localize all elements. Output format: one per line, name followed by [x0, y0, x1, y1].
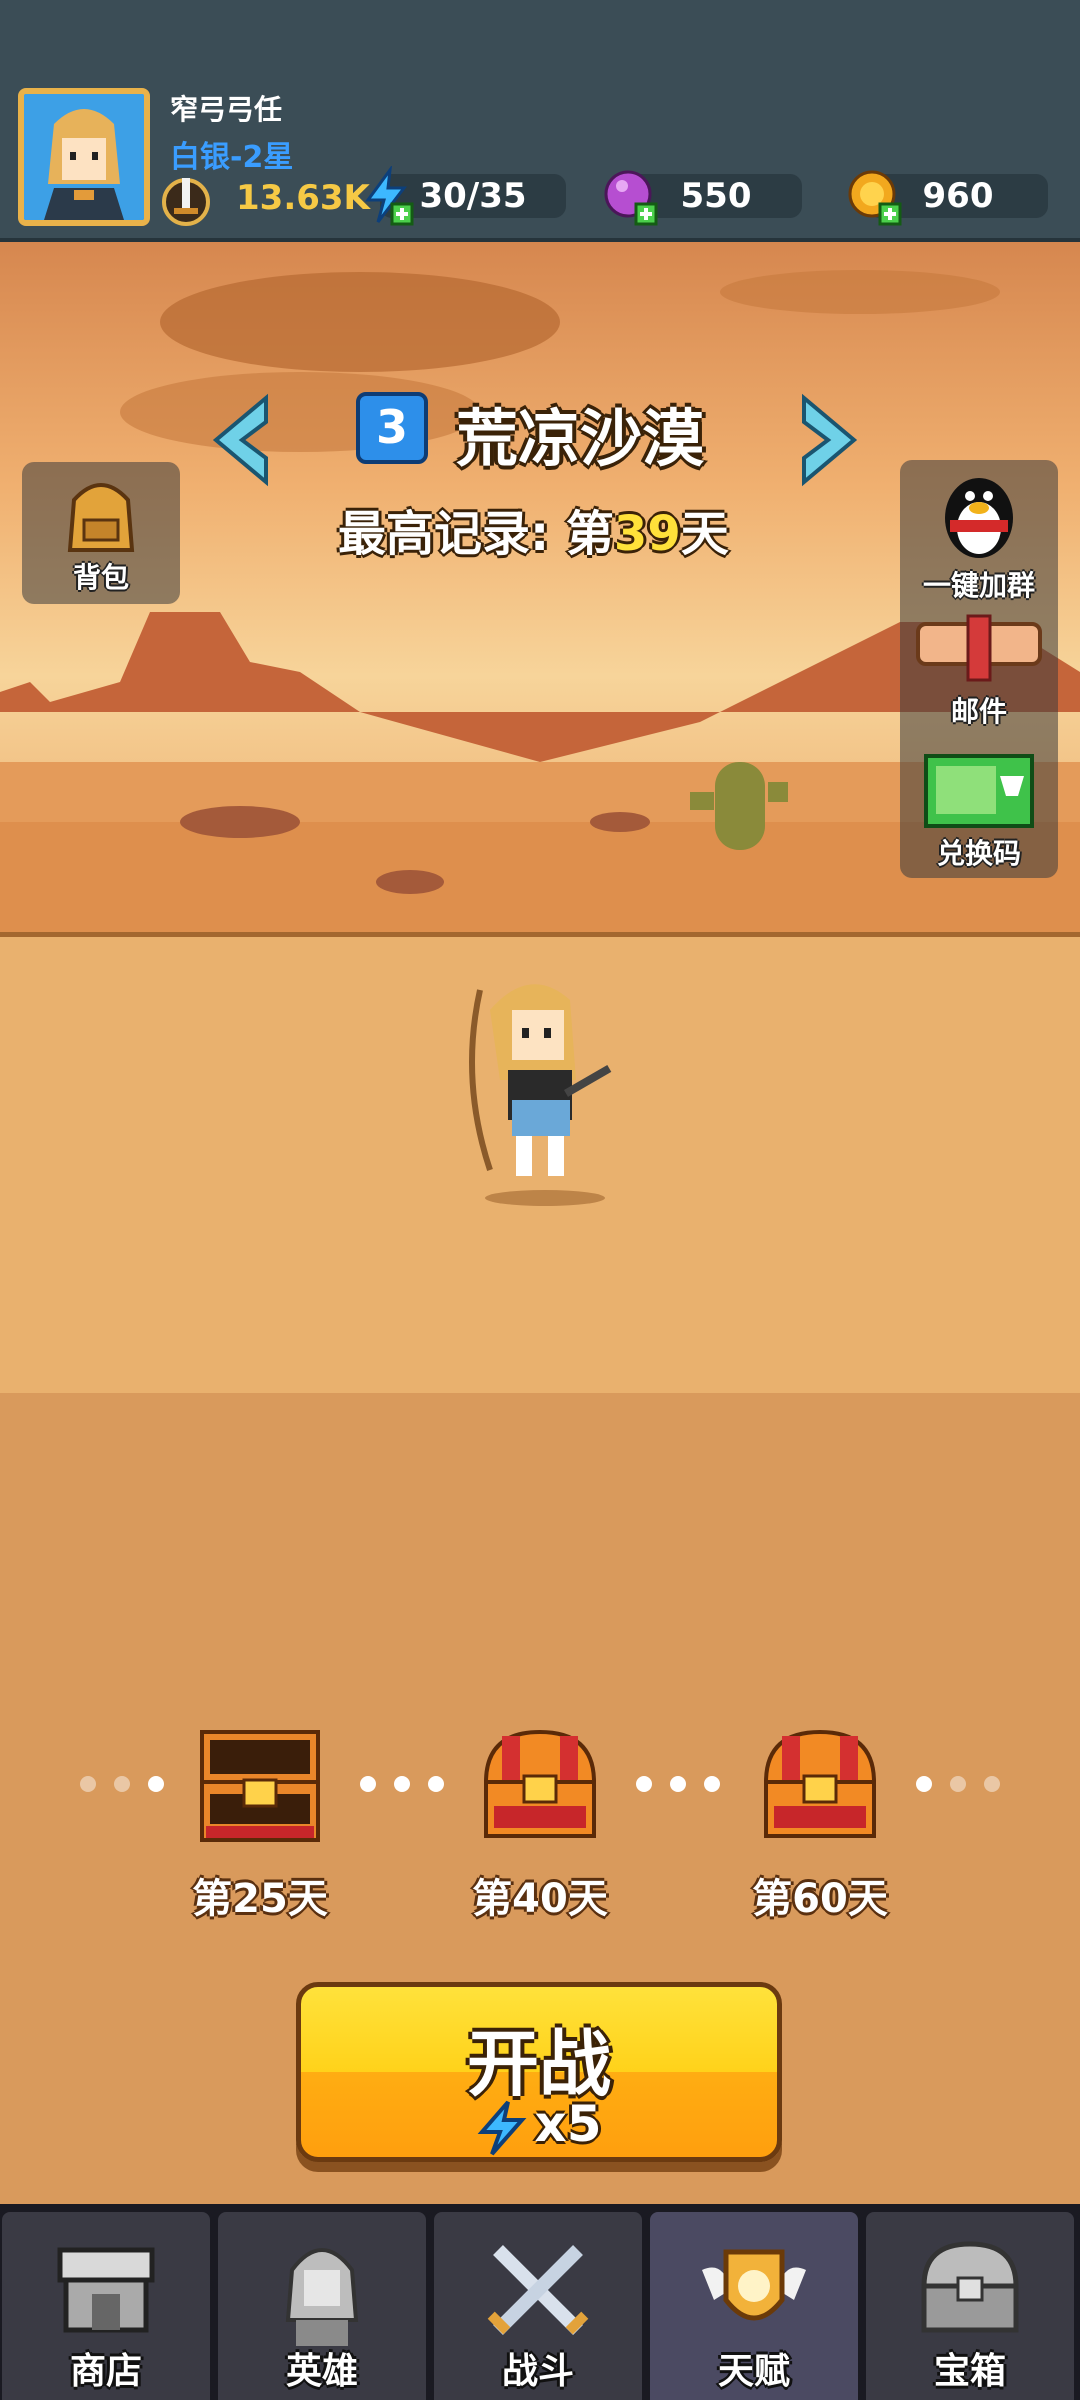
player-avatar[interactable] [18, 88, 150, 226]
hero-archer-sprite [469, 984, 612, 1206]
join-group-button[interactable]: 一键加群 [900, 470, 1058, 602]
energy-value: 30/35 [419, 176, 527, 216]
record-suffix: 天 [680, 506, 729, 562]
stage-number-badge: 3 [356, 392, 428, 464]
right-side-panel: 一键加群 邮件 兑换码 [900, 460, 1058, 878]
redeem-code-label: 兑换码 [936, 837, 1021, 870]
backpack-button[interactable]: 背包 [22, 462, 180, 604]
milestone-label-2: 第40天 [472, 1876, 608, 1922]
nav-battle-label: 战斗 [501, 2351, 574, 2392]
progress-dots-1 [80, 1776, 182, 1796]
nav-chest[interactable]: 宝箱 [866, 2212, 1074, 2400]
next-stage-arrow-icon[interactable] [794, 392, 864, 488]
gem-value: 550 [680, 176, 752, 216]
nav-talent-label: 天赋 [717, 2351, 790, 2392]
energy-plus-icon[interactable] [356, 166, 416, 226]
chest-icon [921, 2241, 1019, 2333]
stage-name: 荒凉沙漠 [456, 402, 705, 475]
redeem-ticket-icon [924, 754, 1034, 828]
nav-hero-label: 英雄 [285, 2351, 358, 2392]
player-name: 窄弓弓任 [170, 93, 283, 126]
top-status-bar: 窄弓弓任 白银-2星 13.63K 30/35 550 960 [0, 0, 1080, 242]
redeem-code-button[interactable]: 兑换码 [900, 744, 1058, 874]
progress-dots-2 [360, 1776, 462, 1796]
penguin-icon [945, 478, 1013, 558]
record-prefix: 最高记录: 第 [338, 506, 614, 562]
battle-icon [487, 2245, 589, 2335]
best-record: 最高记录: 第39天 [338, 494, 729, 564]
prev-stage-arrow-icon[interactable] [206, 392, 276, 488]
chest-opened-icon[interactable] [196, 1722, 324, 1850]
talent-icon [702, 2249, 806, 2321]
gold-value: 960 [922, 176, 994, 216]
gem-plus-icon[interactable] [600, 166, 660, 226]
chest-locked-icon[interactable] [756, 1722, 884, 1850]
battle-energy-cost: x5 [301, 2095, 777, 2156]
hero-icon [285, 2248, 359, 2346]
nav-talent[interactable]: 天赋 [650, 2212, 858, 2400]
milestone-label-3: 第60天 [752, 1876, 888, 1922]
energy-icon [478, 2100, 527, 2155]
player-rank: 白银-2星 [170, 140, 294, 175]
nav-shop-label: 商店 [69, 2351, 142, 2392]
join-group-label: 一键加群 [922, 569, 1035, 602]
backpack-label: 背包 [72, 561, 129, 594]
sword-power-icon [162, 178, 210, 226]
record-day: 39 [613, 506, 681, 562]
gold-plus-icon[interactable] [844, 166, 904, 226]
nav-chest-label: 宝箱 [933, 2351, 1006, 2392]
start-battle-button[interactable]: 开战 x5 [296, 1982, 782, 2162]
bottom-navigation: 商店 英雄 战斗 天赋 宝箱 [0, 2204, 1080, 2400]
milestone-label-1: 第25天 [192, 1876, 328, 1922]
battle-cost-value: x5 [534, 2095, 602, 2153]
shop-icon [57, 2247, 155, 2333]
combat-power-value: 13.63K [236, 178, 370, 218]
hero-portrait-icon [24, 94, 144, 220]
mail-label: 邮件 [950, 695, 1007, 728]
progress-dots-3 [636, 1776, 738, 1796]
mail-scroll-icon [916, 614, 1042, 682]
nav-hero[interactable]: 英雄 [218, 2212, 426, 2400]
nav-battle[interactable]: 战斗 [434, 2212, 642, 2400]
progress-dots-4 [916, 1776, 1018, 1796]
chest-locked-icon[interactable] [476, 1722, 604, 1850]
mail-button[interactable]: 邮件 [900, 608, 1058, 734]
nav-shop[interactable]: 商店 [2, 2212, 210, 2400]
